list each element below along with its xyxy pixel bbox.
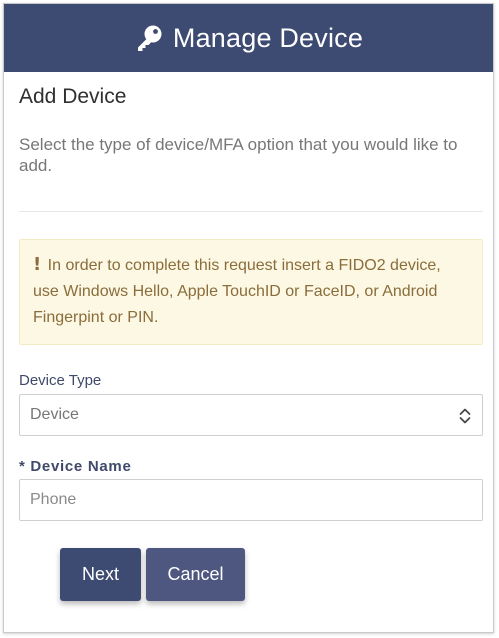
exclamation-icon: ! bbox=[33, 254, 42, 275]
page-title: Add Device bbox=[19, 85, 127, 108]
key-icon bbox=[137, 25, 162, 51]
device-name-input[interactable] bbox=[19, 479, 483, 521]
alert-text: In order to complete this request insert… bbox=[33, 257, 441, 326]
chevron-up-down-icon bbox=[459, 408, 471, 424]
header-bar: Manage Device bbox=[4, 4, 493, 72]
device-type-label: Device Type bbox=[19, 372, 102, 389]
device-type-selected-value: Device bbox=[30, 406, 79, 423]
manage-device-panel: Manage Device Add Device Select the type… bbox=[3, 3, 494, 633]
header-title: Manage Device bbox=[172, 22, 364, 53]
next-button[interactable]: Next bbox=[60, 548, 141, 601]
cancel-button[interactable]: Cancel bbox=[146, 548, 245, 601]
warning-alert: ! In order to complete this request inse… bbox=[19, 239, 483, 345]
divider bbox=[19, 211, 483, 212]
device-type-select[interactable]: Device bbox=[19, 394, 483, 436]
intro-text: Select the type of device/MFA option tha… bbox=[19, 135, 458, 175]
device-name-label: * Device Name bbox=[19, 458, 132, 475]
